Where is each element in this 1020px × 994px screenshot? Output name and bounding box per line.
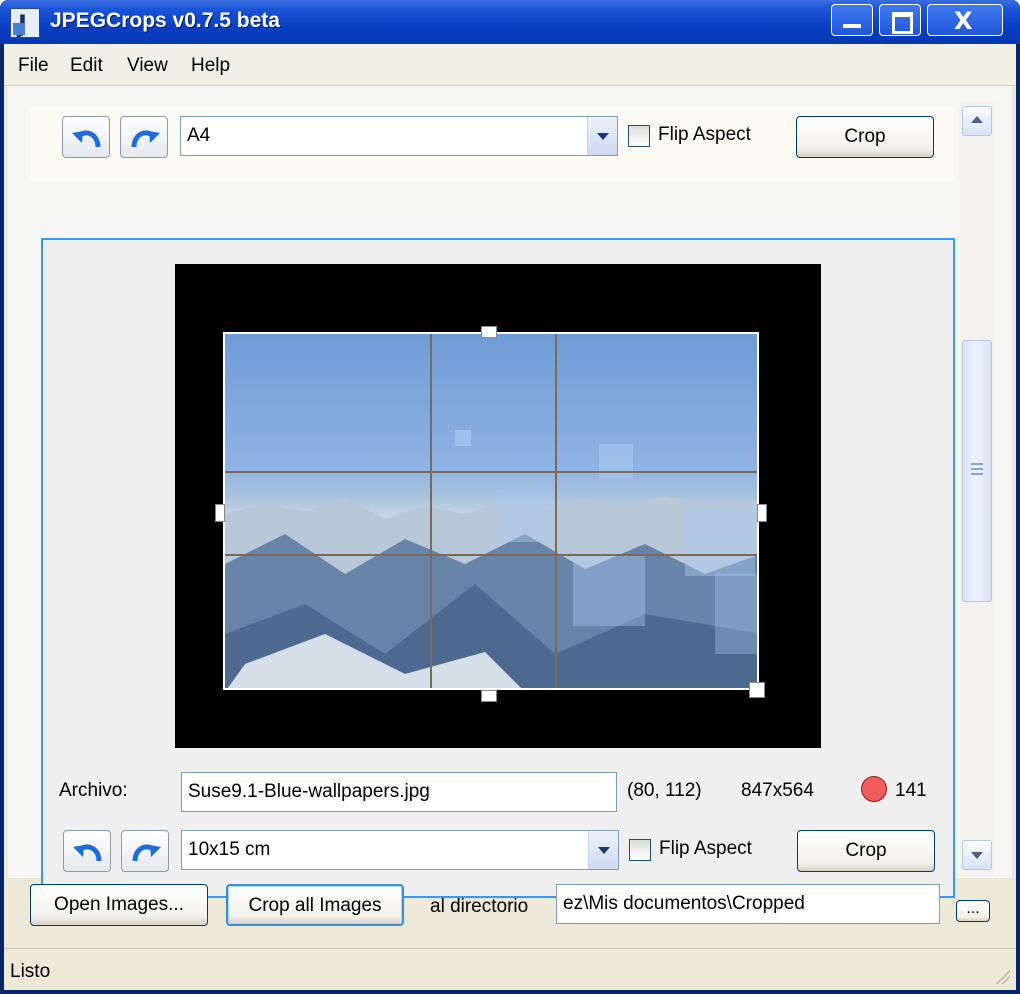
menu-view[interactable]: View <box>127 55 168 77</box>
chevron-down-icon[interactable] <box>588 831 618 869</box>
grid-line-h1 <box>225 471 757 473</box>
client-area: File Edit View Help A4 Flip Aspect Crop <box>4 44 1016 990</box>
app-icon: J <box>10 8 40 38</box>
window-title: JPEGCrops v0.7.5 beta <box>50 9 280 32</box>
close-icon: X <box>954 7 973 35</box>
format-select-top[interactable]: A4 <box>180 116 618 156</box>
open-images-button[interactable]: Open Images... <box>30 884 208 926</box>
app-window: J JPEGCrops v0.7.5 beta X File Edit View… <box>0 0 1020 994</box>
format-select-image[interactable]: 10x15 cm <box>181 830 619 870</box>
grid-line-v2 <box>555 334 557 688</box>
top-toolbar: A4 Flip Aspect Crop <box>30 106 954 182</box>
maximize-button[interactable] <box>879 4 921 36</box>
close-button[interactable]: X <box>927 4 1003 36</box>
output-dir-field[interactable]: ez\Mis documentos\Cropped <box>556 884 940 924</box>
rotate-right-icon <box>131 130 160 148</box>
rotate-left-button[interactable] <box>63 830 111 872</box>
rotate-right-button[interactable] <box>120 116 168 158</box>
crop-button[interactable]: Crop <box>797 830 935 872</box>
menu-file[interactable]: File <box>18 55 49 77</box>
mountain-photo <box>225 430 757 688</box>
rotate-right-button[interactable] <box>121 830 169 872</box>
vertical-scrollbar[interactable] <box>960 102 994 876</box>
title-bar[interactable]: J JPEGCrops v0.7.5 beta X <box>0 0 1020 44</box>
rotate-left-button[interactable] <box>62 116 110 158</box>
crop-all-images-button[interactable]: Crop all Images <box>226 884 404 926</box>
status-bar: Listo <box>4 948 1016 990</box>
image-preview <box>175 264 821 748</box>
crop-handle-bottom[interactable] <box>481 690 497 702</box>
status-dot-icon <box>861 776 887 802</box>
menu-edit[interactable]: Edit <box>70 55 103 77</box>
flip-aspect-label: Flip Aspect <box>659 838 752 859</box>
scroll-down-button[interactable] <box>962 840 992 870</box>
browse-button[interactable]: ... <box>956 900 990 922</box>
scroll-thumb[interactable] <box>962 340 992 602</box>
photo-crop-area[interactable] <box>223 332 759 690</box>
crop-button-top[interactable]: Crop <box>796 116 934 158</box>
filename-value: Suse9.1-Blue-wallpapers.jpg <box>188 781 430 802</box>
resize-grip-icon[interactable] <box>994 968 1010 984</box>
rotate-right-icon <box>132 844 161 862</box>
image-size: 847x564 <box>741 780 814 801</box>
rotate-left-icon <box>73 844 102 862</box>
rotate-left-icon <box>72 130 101 148</box>
flip-aspect-label-top: Flip Aspect <box>658 124 751 145</box>
minimize-button[interactable] <box>831 4 873 36</box>
flip-aspect-checkbox[interactable] <box>629 839 651 861</box>
crop-handle-top[interactable] <box>481 326 497 338</box>
output-dir-value: ez\Mis documentos\Cropped <box>563 893 805 914</box>
menu-help[interactable]: Help <box>191 55 230 77</box>
status-text: Listo <box>10 961 51 982</box>
grip-icon <box>971 463 983 475</box>
output-dir-label: al directorio <box>430 896 529 917</box>
resolution-value: 141 <box>895 780 927 801</box>
grid-line-v1 <box>430 334 432 688</box>
crop-handle-right[interactable] <box>757 504 767 522</box>
format-select-top-value: A4 <box>187 125 211 146</box>
chevron-down-icon[interactable] <box>587 117 617 155</box>
image-list-area: A4 Flip Aspect Crop Archivo: Suse9.1-Blu… <box>8 86 1012 898</box>
flip-aspect-checkbox-top[interactable] <box>628 125 650 147</box>
crop-offset: (80, 112) <box>627 780 702 801</box>
grid-line-h2 <box>225 554 757 556</box>
format-select-image-value: 10x15 cm <box>188 839 271 860</box>
menu-bar: File Edit View Help <box>4 44 1016 86</box>
scroll-up-button[interactable] <box>962 106 992 136</box>
crop-handle-corner[interactable] <box>749 682 765 698</box>
file-label: Archivo: <box>59 780 128 801</box>
filename-field[interactable]: Suse9.1-Blue-wallpapers.jpg <box>181 772 617 812</box>
image-panel: Archivo: Suse9.1-Blue-wallpapers.jpg (80… <box>41 238 955 898</box>
crop-handle-left[interactable] <box>215 504 225 522</box>
